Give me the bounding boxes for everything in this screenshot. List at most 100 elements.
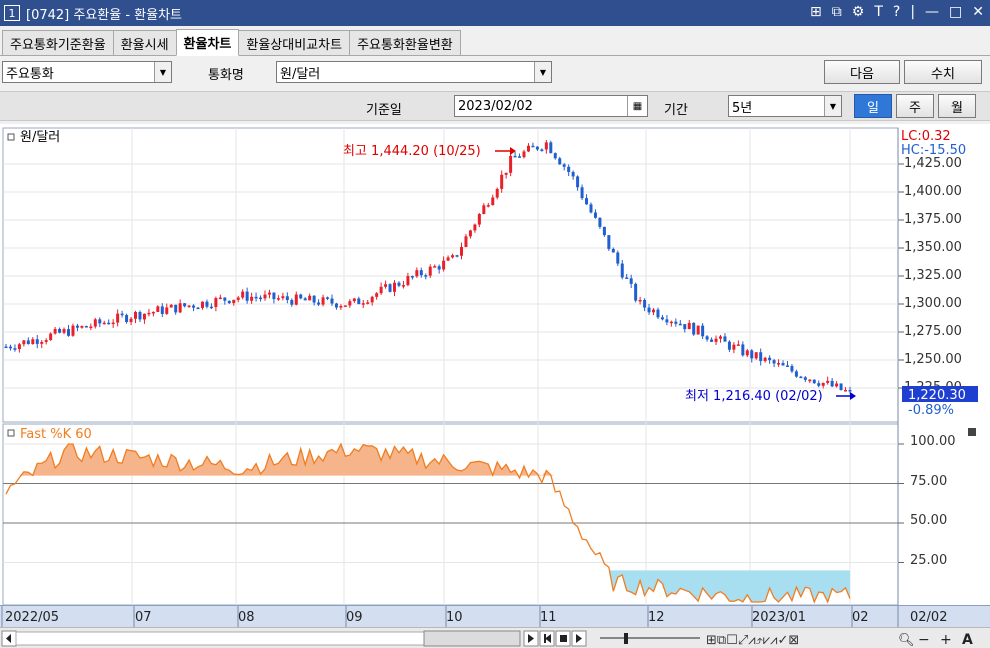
candle-body [44, 340, 48, 342]
candle-body [254, 296, 258, 299]
candle-body [75, 325, 79, 328]
candle-body [696, 325, 700, 335]
candle-body [794, 371, 798, 377]
window-number-icon[interactable]: 1 [4, 5, 20, 21]
candle-body [625, 277, 629, 279]
next-button[interactable]: 다음 [824, 60, 900, 84]
candle-body [299, 294, 303, 299]
help-icon[interactable]: ? [893, 4, 900, 20]
separator: | [910, 4, 916, 20]
base-date-input[interactable]: 2023/02/02 ▦ [454, 95, 648, 117]
tab-rate-chart[interactable]: 환율차트 [175, 29, 240, 56]
candle-body [459, 246, 463, 256]
candle-body [209, 306, 213, 309]
tab-major-base-rate[interactable]: 주요통화기준환율 [2, 30, 114, 55]
period-select[interactable]: 5년 ▼ [728, 95, 842, 117]
tab-relative-compare[interactable]: 환율상대비교차트 [238, 30, 351, 55]
currency-select[interactable]: 원/달러 ▼ [276, 61, 552, 83]
candle-body [326, 297, 330, 299]
tile-icon[interactable]: ⊞ [810, 4, 822, 20]
candle-body [567, 166, 571, 173]
osc-tick: 25.00 [910, 553, 947, 568]
lc-label: LC:0.32 [901, 129, 951, 144]
zoom-icon[interactable]: 🔍︎ [898, 633, 915, 648]
minimize-icon[interactable]: — [925, 4, 939, 20]
osc-tick: 50.00 [910, 513, 947, 528]
filter-row-2: 기준일 2023/02/02 ▦ 기간 5년 ▼ 일 주 월 [0, 91, 990, 121]
exchange-rate-chart[interactable]: 원/달러 Fast %K 60 최고 1,444.20 (10/25) 최저 1… [0, 124, 990, 606]
candle-body [241, 291, 245, 298]
candle-body [205, 301, 209, 307]
candle-body [589, 204, 593, 213]
candle-body [200, 301, 204, 308]
interval-week-button[interactable]: 주 [896, 94, 934, 118]
candle-body [348, 301, 352, 306]
candle-body [187, 305, 191, 308]
candle-body [53, 328, 57, 334]
horizontal-scrollbar[interactable] [15, 631, 425, 646]
candle-body [178, 303, 182, 313]
cascade-icon[interactable]: ⧉ [832, 4, 842, 20]
close-icon[interactable]: ✕ [972, 4, 984, 20]
time-axis-right: 02/02 [910, 610, 947, 625]
zoom-in-icon[interactable]: + [940, 632, 952, 648]
price-panel [2, 127, 899, 423]
candle-body [8, 346, 12, 349]
candle-body [303, 298, 307, 301]
period-value: 5년 [732, 100, 753, 116]
candle-body [513, 155, 517, 158]
time-tick: 10 [446, 610, 463, 625]
candle-body [107, 322, 111, 325]
time-tick: 02 [852, 610, 869, 625]
candle-body [620, 263, 624, 278]
candle-body [138, 312, 142, 320]
chevron-down-icon[interactable]: ▼ [824, 96, 841, 116]
tab-rate-quotes[interactable]: 환율시세 [112, 30, 177, 55]
tab-currency-convert[interactable]: 주요통화환율변환 [349, 30, 461, 55]
candle-body [156, 306, 160, 312]
scrollbar-thumb[interactable] [423, 630, 521, 647]
candle-body [272, 292, 276, 300]
chevron-down-icon[interactable]: ▼ [534, 62, 551, 82]
interval-month-button[interactable]: 월 [938, 94, 976, 118]
candle-body [486, 205, 490, 207]
candle-body [660, 317, 664, 320]
price-tick: 1,325.00 [904, 268, 962, 283]
candle-body [397, 282, 401, 286]
toolbar-tool-icons[interactable]: ⊞⧉☐⤢⩘⤴⩗⩘✓⊠ [706, 633, 799, 648]
candle-body [495, 188, 499, 198]
candle-body [558, 158, 562, 165]
zoom-out-icon[interactable]: − [918, 632, 930, 648]
candle-body [49, 333, 53, 341]
category-select[interactable]: 주요통화 ▼ [2, 61, 172, 83]
settings-icon[interactable]: ⚙ [852, 4, 865, 20]
auto-scale-icon[interactable]: A [962, 632, 973, 648]
chevron-down-icon[interactable]: ▼ [154, 62, 171, 82]
candle-body [111, 322, 115, 325]
candle-body [754, 352, 758, 359]
candle-body [799, 376, 803, 379]
calendar-icon[interactable]: ▦ [627, 96, 647, 116]
high-annotation: 최고 1,444.20 (10/25) [343, 144, 481, 159]
candle-body [120, 313, 124, 316]
interval-day-button[interactable]: 일 [854, 94, 892, 118]
candle-body [544, 142, 548, 150]
candle-body [160, 306, 164, 314]
candle-body [58, 328, 62, 333]
zoom-slider-handle[interactable] [624, 633, 628, 644]
panel-close-icon[interactable] [968, 428, 976, 436]
time-tick: 12 [648, 610, 665, 625]
time-tick: 11 [540, 610, 557, 625]
candle-body [790, 366, 794, 372]
candle-body [17, 344, 21, 350]
candle-body [540, 149, 544, 151]
candle-body [40, 341, 44, 344]
time-axis-svg: 2022/05 07 08 09 10 11 12 2023/01 02 02/… [1, 606, 947, 628]
currency-label: 통화명 [208, 68, 244, 83]
numeric-button[interactable]: 수치 [904, 60, 982, 84]
candle-body [616, 252, 620, 264]
maximize-icon[interactable]: □ [949, 4, 962, 20]
candle-body [678, 323, 682, 326]
font-icon[interactable]: T [874, 4, 883, 20]
chart-area[interactable]: 원/달러 Fast %K 60 최고 1,444.20 (10/25) 최저 1… [0, 124, 990, 606]
